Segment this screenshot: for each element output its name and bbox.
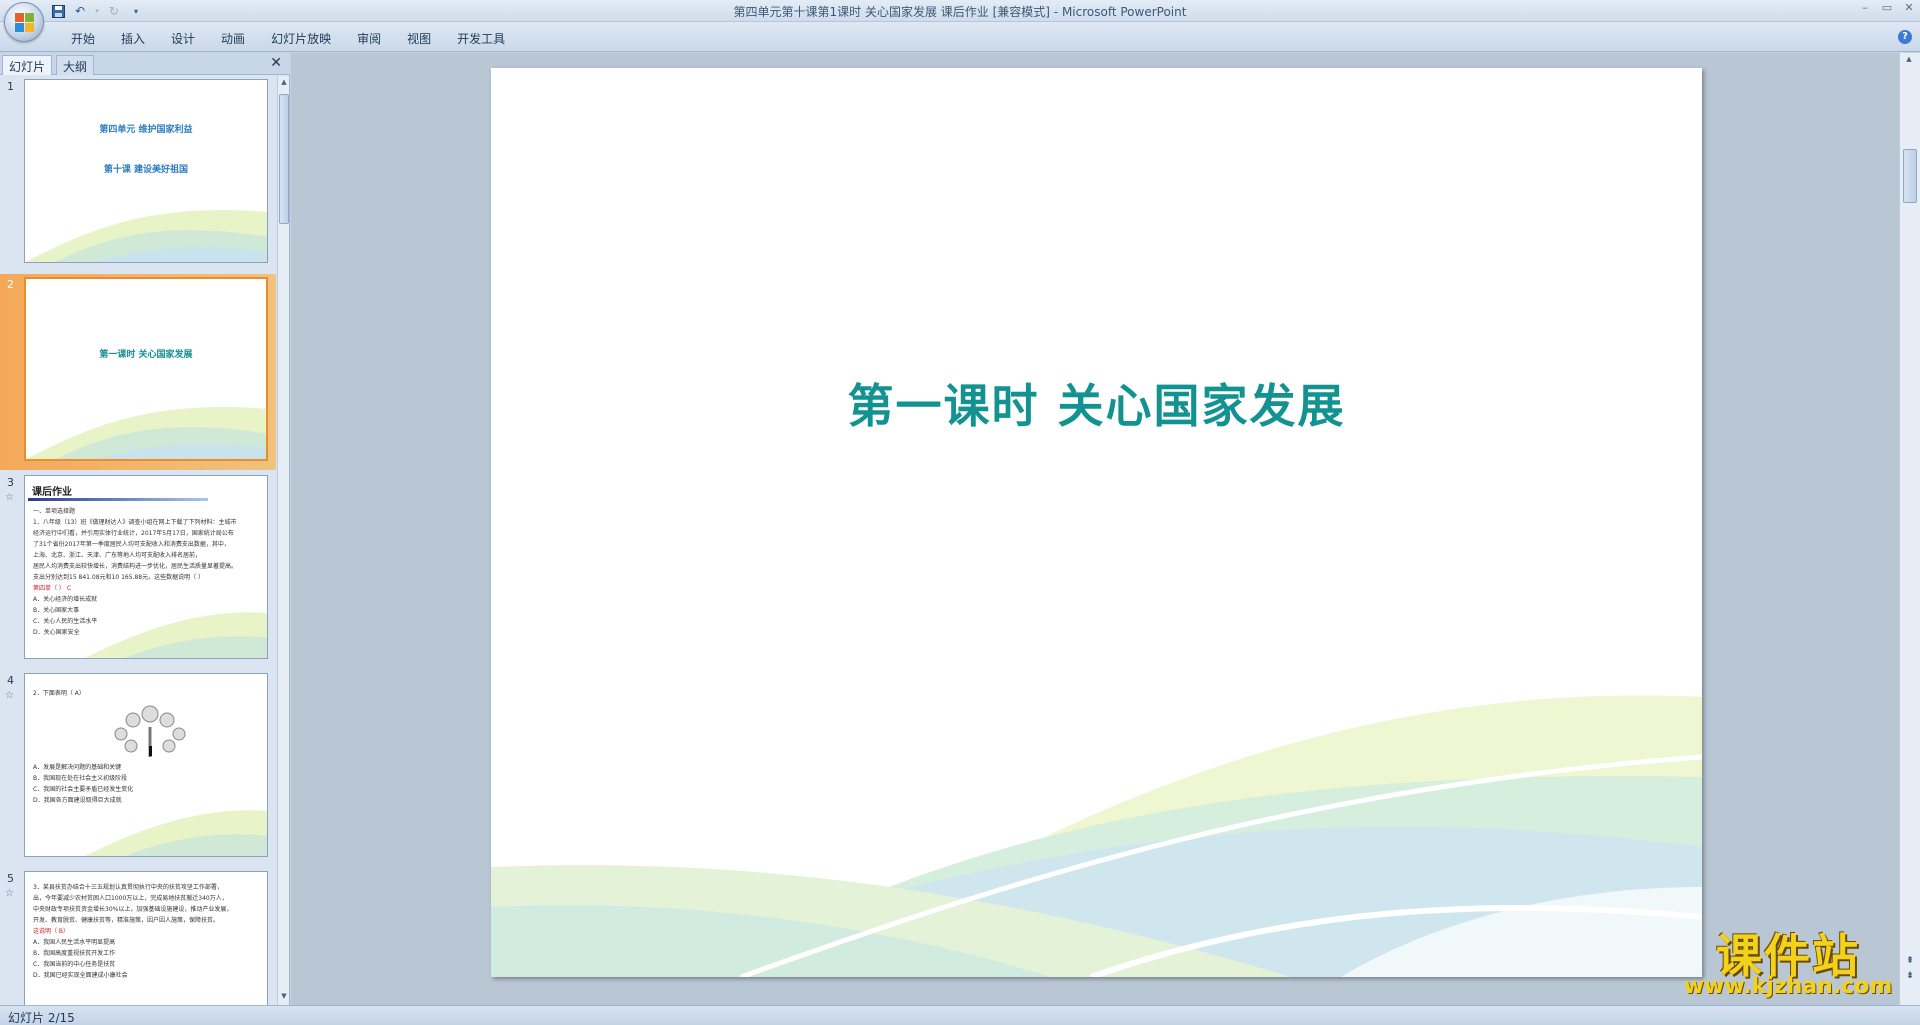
- slide-number: 3: [7, 476, 14, 489]
- slide-thumbnail[interactable]: 3．某县扶贫办结合十三五规划认真贯彻执行中央的扶贫攻坚工作部署， 出，今年要减少…: [24, 871, 268, 1006]
- slide-indicator: 幻灯片 2/15: [8, 1011, 75, 1025]
- window-controls: – ▭ ✕: [1858, 1, 1916, 15]
- thumb-body: 3．某县扶贫办结合十三五规划认真贯彻执行中央的扶贫攻坚工作部署， 出，今年要减少…: [33, 884, 233, 979]
- slide-thumbnail-list: 1 第四单元 维护国家利益 第十课 建设美好祖国 2 第一课时 关心国家发展 3…: [0, 76, 276, 1006]
- header-underline: [28, 498, 208, 501]
- close-panel-icon[interactable]: ✕: [270, 55, 282, 71]
- help-icon[interactable]: ?: [1898, 30, 1912, 44]
- window-title: 第四单元第十课第1课时 关心国家发展 课后作业 [兼容模式] - Microso…: [733, 5, 1187, 19]
- wave-decoration: [491, 695, 1702, 977]
- tab-view[interactable]: 视图: [394, 28, 444, 49]
- office-button[interactable]: [4, 2, 44, 42]
- thumb-question: 2．下面表明（ A）: [33, 690, 85, 697]
- scrollbar-thumb[interactable]: [279, 94, 289, 224]
- slide-number: 5: [7, 872, 14, 885]
- watermark-url: www.kjzhan.com: [1683, 974, 1893, 999]
- wave-decoration: [26, 407, 266, 459]
- tab-home[interactable]: 开始: [58, 28, 108, 49]
- slide-scrollbar[interactable]: ▲ ⇞ ⇟: [1899, 53, 1920, 1005]
- tab-outline[interactable]: 大纲: [56, 55, 95, 75]
- wave-decoration: [25, 210, 267, 262]
- slide-number: 4: [7, 674, 14, 687]
- wave-decoration: [85, 810, 267, 856]
- ribbon-tab-bar: 开始 插入 设计 动画 幻灯片放映 审阅 视图 开发工具 ?: [0, 22, 1920, 52]
- thumbnail-row[interactable]: 1 第四单元 维护国家利益 第十课 建设美好祖国: [0, 76, 276, 272]
- thumb-title: 第四单元 维护国家利益: [99, 125, 193, 135]
- wave-decoration: [85, 612, 267, 658]
- tab-slides[interactable]: 幻灯片: [2, 55, 53, 75]
- thumbnail-row[interactable]: 4 ☆ 2．下面表明（ A） A．发展是解决问题的基础和关键 B．我国现在处在社…: [0, 670, 276, 866]
- status-bar: 幻灯片 2/15: [0, 1005, 1920, 1025]
- thumbnail-row[interactable]: 5 ☆ 3．某县扶贫办结合十三五规划认真贯彻执行中央的扶贫攻坚工作部署， 出，今…: [0, 868, 276, 1006]
- current-slide[interactable]: 第一课时 关心国家发展: [491, 68, 1702, 977]
- scrollbar-thumb[interactable]: [1903, 149, 1917, 203]
- scroll-down-icon[interactable]: ▼: [279, 992, 289, 1004]
- tab-design[interactable]: 设计: [158, 28, 208, 49]
- slide-thumbnail[interactable]: 2．下面表明（ A） A．发展是解决问题的基础和关键 B．我国现在处在社会主义初…: [24, 673, 268, 857]
- tab-animations[interactable]: 动画: [208, 28, 258, 49]
- thumbnail-scrollbar[interactable]: ▲ ▼: [277, 76, 289, 1006]
- animation-star-icon: ☆: [5, 888, 14, 899]
- thumb-header: 课后作业: [32, 487, 72, 498]
- panel-tabs: 幻灯片 大纲 ✕: [0, 53, 290, 75]
- tree-diagram-image: [114, 705, 186, 757]
- animation-star-icon: ☆: [5, 492, 14, 503]
- tab-review[interactable]: 审阅: [344, 28, 394, 49]
- thumbnail-row[interactable]: 3 ☆ 课后作业 一、单项选择题 1．八年级（13）班《做理财达人》调查小组在网…: [0, 472, 276, 668]
- office-logo-icon: [15, 13, 35, 33]
- thumb-subtitle: 第十课 建设美好祖国: [103, 165, 189, 175]
- slide-thumbnail[interactable]: 第四单元 维护国家利益 第十课 建设美好祖国: [24, 79, 268, 263]
- slide-number: 1: [7, 80, 14, 93]
- slide-thumbnail[interactable]: 第一课时 关心国家发展: [24, 277, 268, 461]
- scroll-up-icon[interactable]: ▲: [1904, 55, 1914, 67]
- slides-panel: 幻灯片 大纲 ✕ 1 第四单元 维护国家利益 第十课 建设美好祖国 2 第一课时…: [0, 53, 290, 1006]
- tab-developer[interactable]: 开发工具: [444, 28, 518, 49]
- title-bar: ↶ ▾ ↻ ▾ 第四单元第十课第1课时 关心国家发展 课后作业 [兼容模式] -…: [0, 0, 1920, 22]
- tab-insert[interactable]: 插入: [108, 28, 158, 49]
- close-window-icon[interactable]: ✕: [1902, 1, 1916, 15]
- minimize-icon[interactable]: –: [1858, 1, 1872, 15]
- restore-icon[interactable]: ▭: [1880, 1, 1894, 15]
- slide-thumbnail[interactable]: 课后作业 一、单项选择题 1．八年级（13）班《做理财达人》调查小组在网上下载了…: [24, 475, 268, 659]
- tab-slideshow[interactable]: 幻灯片放映: [258, 28, 344, 49]
- scroll-up-icon[interactable]: ▲: [279, 78, 289, 90]
- thumbnail-row-selected[interactable]: 2 第一课时 关心国家发展: [0, 274, 276, 470]
- watermark-logo: 课件站 www.kjzhan.com: [1668, 920, 1908, 1000]
- animation-star-icon: ☆: [5, 690, 14, 701]
- slide-title[interactable]: 第一课时 关心国家发展: [491, 370, 1702, 436]
- slide-number: 2: [7, 278, 14, 291]
- thumb-title: 第一课时 关心国家发展: [99, 350, 193, 360]
- slide-editing-area: 第一课时 关心国家发展: [291, 53, 1899, 1005]
